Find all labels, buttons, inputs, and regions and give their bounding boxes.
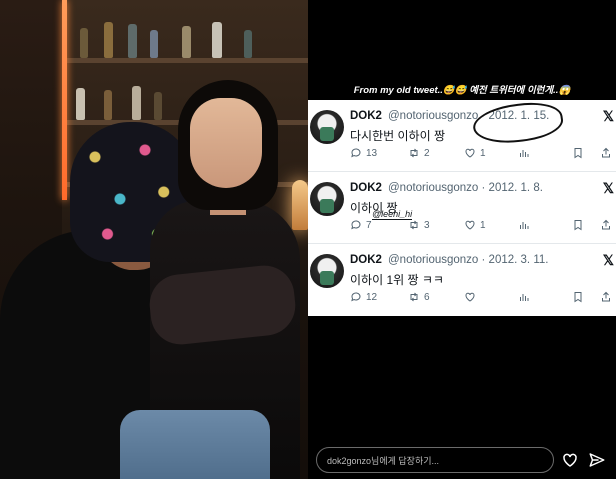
neon-light xyxy=(62,0,67,200)
retweet-count: 2 xyxy=(424,147,430,159)
views-icon xyxy=(520,294,529,301)
send-icon[interactable] xyxy=(588,451,606,469)
like-action xyxy=(464,291,480,303)
tweet-card: DOK2 @notoriousgonzo · 2012. 3. 11. 𝕏 이하… xyxy=(308,244,616,316)
tweet-date: · 2012. 3. 11. xyxy=(481,254,549,266)
share-action xyxy=(600,219,612,231)
bookmark-action xyxy=(572,291,584,303)
views-action xyxy=(518,147,530,159)
views-action xyxy=(518,291,530,303)
story-photo xyxy=(0,0,308,479)
bookmark-action xyxy=(572,147,584,159)
reply-action: 13 xyxy=(350,147,377,159)
tweet-card: DOK2 @notoriousgonzo · 2012. 1. 15. 𝕏 다시… xyxy=(308,97,616,172)
tweet-screenshot: DOK2 @notoriousgonzo · 2012. 1. 15. 𝕏 다시… xyxy=(308,97,616,316)
jeans xyxy=(120,410,270,479)
share-icon xyxy=(602,219,610,230)
retweet-count: 3 xyxy=(424,219,430,231)
share-icon xyxy=(602,291,610,302)
bottle xyxy=(104,90,112,120)
reply-icon xyxy=(351,292,361,302)
avatar xyxy=(310,182,344,216)
story-panel: From my old tweet..😅😅 예전 트위터에 이런게..😱 DOK… xyxy=(308,0,616,479)
tweet-actions: 7 3 1 xyxy=(350,219,614,233)
bottle xyxy=(80,28,88,58)
reply-icon xyxy=(351,220,361,230)
tweet-handle: @notoriousgonzo xyxy=(388,254,479,266)
like-icon xyxy=(465,148,475,158)
tweet-handle-date: @notoriousgonzo · 2012. 3. 11. xyxy=(388,254,548,266)
tweet-card: DOK2 @notoriousgonzo · 2012. 1. 8. 𝕏 이하이… xyxy=(308,172,616,244)
x-logo-icon: 𝕏 xyxy=(602,180,614,196)
like-action: 1 xyxy=(464,219,486,231)
reply-action: 12 xyxy=(350,291,377,303)
bottle xyxy=(150,30,158,58)
bookmark-action xyxy=(572,219,584,231)
share-action xyxy=(600,147,612,159)
reply-count: 12 xyxy=(366,291,378,303)
share-icon xyxy=(602,147,610,158)
x-logo-icon: 𝕏 xyxy=(602,108,614,124)
like-count: 1 xyxy=(480,147,486,159)
bottle xyxy=(104,22,113,58)
views-icon xyxy=(520,222,529,229)
retweet-count: 6 xyxy=(424,291,430,303)
retweet-action: 2 xyxy=(408,147,430,159)
tweet-handle: @notoriousgonzo xyxy=(388,110,479,122)
bookmark-icon xyxy=(574,292,582,303)
tweet-handle-date: @notoriousgonzo · 2012. 1. 8. xyxy=(388,182,543,194)
story-caption: From my old tweet..😅😅 예전 트위터에 이런게..😱 xyxy=(353,85,571,96)
tweet-date: · 2012. 1. 8. xyxy=(481,182,543,194)
bottle xyxy=(182,26,191,58)
shelf xyxy=(62,58,308,63)
reply-icon xyxy=(351,148,361,158)
share-action xyxy=(600,291,612,303)
bottle xyxy=(132,86,141,120)
x-logo-icon: 𝕏 xyxy=(602,252,614,268)
like-count: 1 xyxy=(480,219,486,231)
reply-input[interactable]: dok2gonzo님에게 답장하기... xyxy=(316,447,554,473)
views-icon xyxy=(520,150,529,157)
avatar xyxy=(310,254,344,288)
lamp xyxy=(292,180,308,230)
reply-placeholder: dok2gonzo님에게 답장하기... xyxy=(327,455,439,466)
bookmark-icon xyxy=(574,148,582,159)
retweet-icon xyxy=(410,220,418,230)
bottle xyxy=(76,88,85,120)
retweet-icon xyxy=(410,148,418,158)
bookmark-icon xyxy=(574,220,582,231)
tweet-author-name: DOK2 xyxy=(350,110,382,122)
retweet-icon xyxy=(410,292,418,302)
reply-count: 7 xyxy=(366,219,372,231)
heart-icon[interactable] xyxy=(561,451,579,469)
bottle xyxy=(244,30,252,58)
tweet-author-name: DOK2 xyxy=(350,182,382,194)
woman-face xyxy=(190,98,262,188)
reply-count: 13 xyxy=(366,147,378,159)
tweet-actions: 13 2 1 xyxy=(350,147,614,161)
bottle xyxy=(212,22,222,58)
reply-action: 7 xyxy=(350,219,372,231)
hand-drawn-circle xyxy=(470,97,566,149)
tweet-handle: @notoriousgonzo xyxy=(388,182,479,194)
retweet-action: 3 xyxy=(408,219,430,231)
bottle xyxy=(128,24,137,58)
retweet-action: 6 xyxy=(408,291,430,303)
like-action: 1 xyxy=(464,147,486,159)
tweet-author-name: DOK2 xyxy=(350,254,382,266)
views-action xyxy=(518,219,530,231)
tweet-text: 다시한번 이하이 짱 xyxy=(350,129,445,143)
like-icon xyxy=(465,292,475,302)
bottle xyxy=(154,92,162,120)
tweet-actions: 12 6 xyxy=(350,291,614,305)
tweet-text: 이하이 1위 짱 ㅋㅋ xyxy=(350,273,444,287)
like-icon xyxy=(465,220,475,230)
avatar xyxy=(310,110,344,144)
